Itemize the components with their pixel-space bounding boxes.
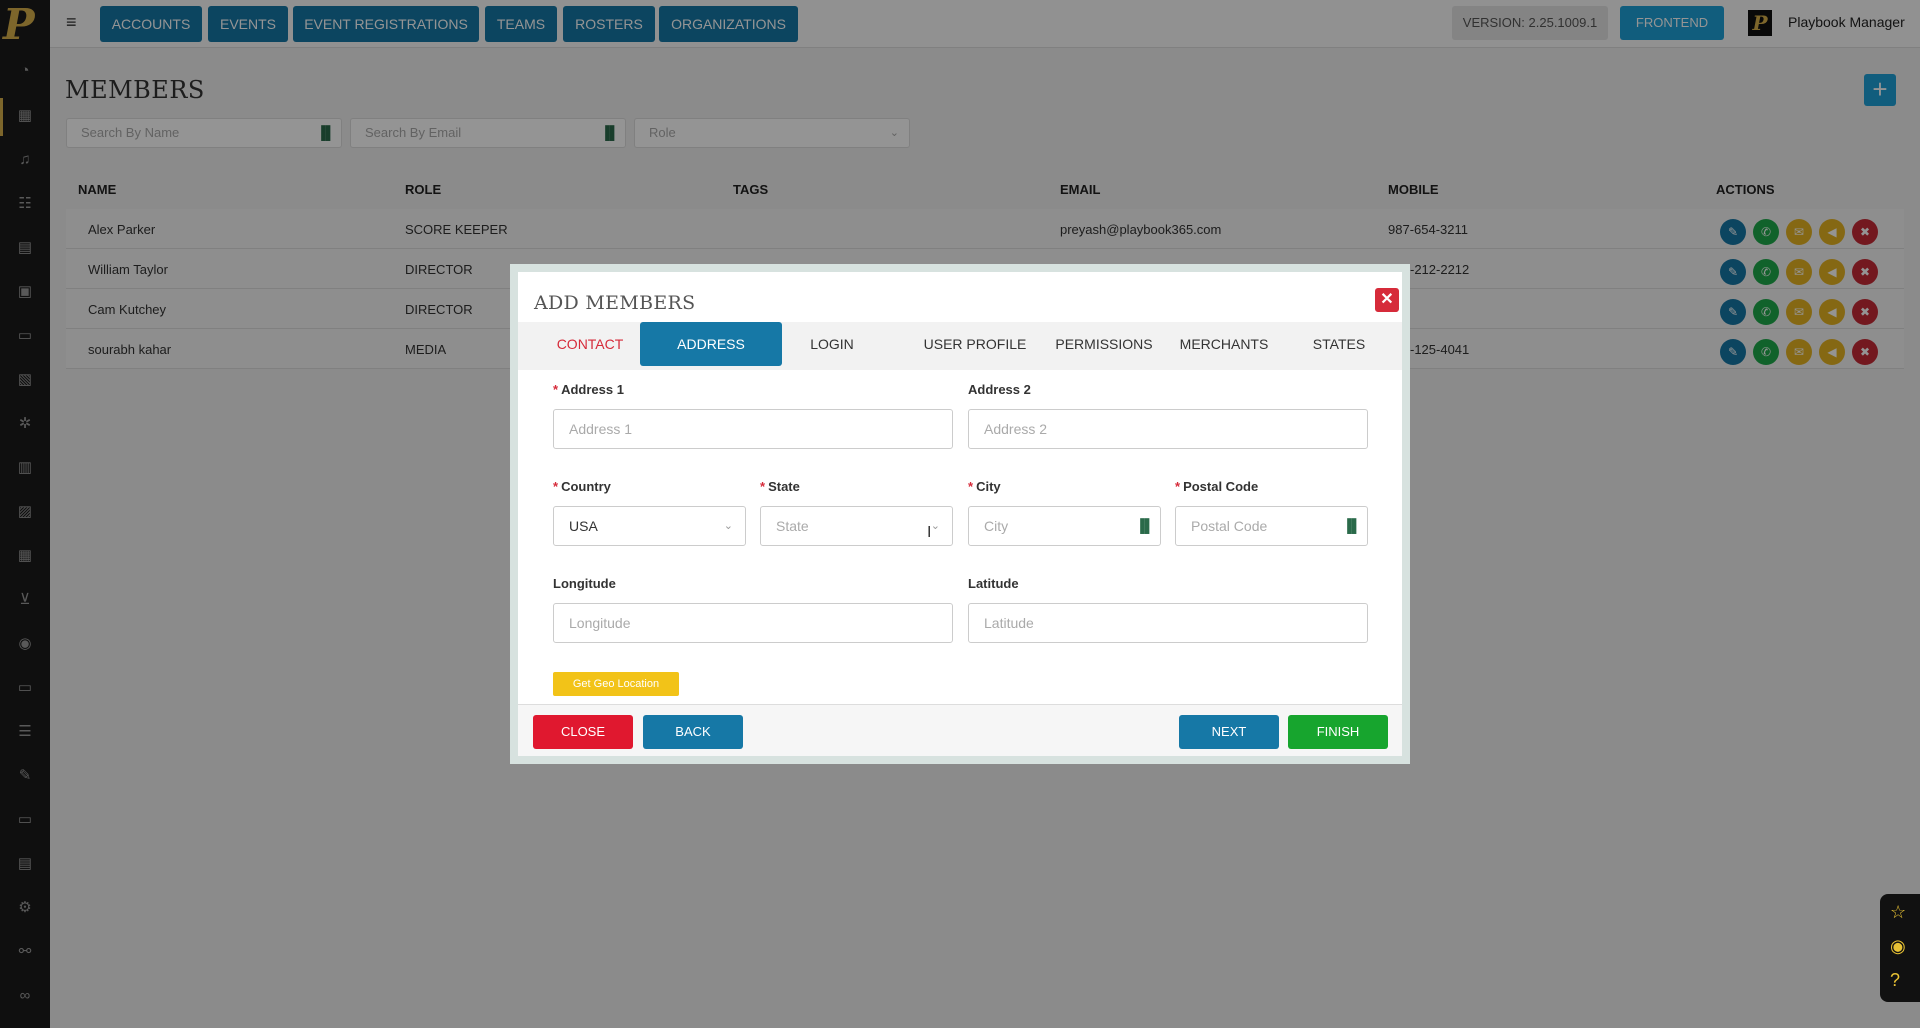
longitude-label: Longitude <box>553 576 616 591</box>
address1-label: * Address 1 <box>553 382 624 397</box>
country-select[interactable]: USA ⌄ <box>553 506 746 546</box>
next-button[interactable]: NEXT <box>1179 715 1279 749</box>
close-button[interactable]: CLOSE <box>533 715 633 749</box>
tab-permissions[interactable]: PERMISSIONS <box>1042 322 1166 366</box>
modal-body: ADD MEMBERS ✕ CONTACT ADDRESS LOGIN USER… <box>518 272 1402 756</box>
add-members-modal: ADD MEMBERS ✕ CONTACT ADDRESS LOGIN USER… <box>510 264 1410 764</box>
help-icon[interactable]: ? <box>1890 970 1900 991</box>
tab-address[interactable]: ADDRESS <box>640 322 782 366</box>
close-icon[interactable]: ✕ <box>1375 288 1399 312</box>
chevron-down-icon: ⌄ <box>930 520 940 532</box>
chevron-down-icon: ⌄ <box>723 520 733 532</box>
floating-widget: ☆ ◉ ? <box>1880 894 1920 1002</box>
address2-field[interactable]: Address 2 <box>968 409 1368 449</box>
address2-label: Address 2 <box>968 382 1031 397</box>
state-select[interactable]: State ⌄ <box>760 506 953 546</box>
star-icon[interactable]: ☆ <box>1890 902 1906 923</box>
postal-code-label: * Postal Code <box>1175 479 1259 494</box>
broadcast-icon[interactable]: ◉ <box>1890 936 1906 957</box>
city-label: * City <box>968 479 1001 494</box>
tab-states[interactable]: STATES <box>1298 322 1380 366</box>
state-label: * State <box>760 479 800 494</box>
city-field[interactable]: City ▐▌ <box>968 506 1161 546</box>
latitude-field[interactable]: Latitude <box>968 603 1368 643</box>
get-geo-location-button[interactable]: Get Geo Location <box>553 672 679 696</box>
field-extension-icon: ▐▌ <box>1342 518 1361 533</box>
finish-button[interactable]: FINISH <box>1288 715 1388 749</box>
country-label: * Country <box>553 479 611 494</box>
modal-footer: CLOSE BACK NEXT FINISH <box>518 704 1402 756</box>
text-cursor-icon: I <box>927 524 932 541</box>
tab-login[interactable]: LOGIN <box>790 322 874 366</box>
modal-tabs: CONTACT ADDRESS LOGIN USER PROFILE PERMI… <box>518 322 1402 370</box>
tab-contact[interactable]: CONTACT <box>548 322 632 366</box>
address1-field[interactable]: Address 1 <box>553 409 953 449</box>
modal-title: ADD MEMBERS <box>534 292 696 314</box>
tab-user-profile[interactable]: USER PROFILE <box>908 322 1042 366</box>
postal-code-field[interactable]: Postal Code ▐▌ <box>1175 506 1368 546</box>
tab-merchants[interactable]: MERCHANTS <box>1168 322 1280 366</box>
longitude-field[interactable]: Longitude <box>553 603 953 643</box>
back-button[interactable]: BACK <box>643 715 743 749</box>
latitude-label: Latitude <box>968 576 1019 591</box>
field-extension-icon: ▐▌ <box>1135 518 1154 533</box>
